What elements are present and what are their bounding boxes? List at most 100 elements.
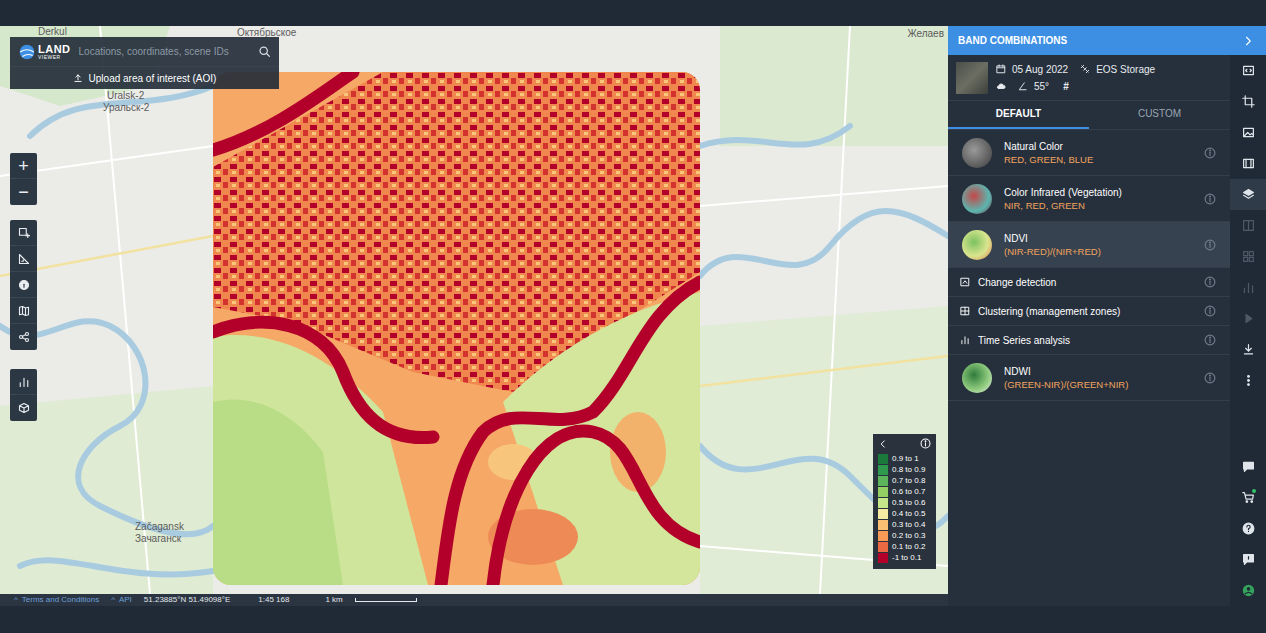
legend-item: 0.6 to 0.7 bbox=[878, 486, 931, 497]
chat-button[interactable] bbox=[1230, 451, 1266, 482]
legend-swatch bbox=[878, 454, 888, 464]
help-button[interactable] bbox=[1230, 513, 1266, 544]
band-combination-item[interactable]: Natural ColorRED, GREEN, BLUE bbox=[948, 130, 1230, 176]
band-combination-item[interactable]: NDVI(NIR-RED)/(NIR+RED) bbox=[948, 222, 1230, 268]
info-icon bbox=[1204, 372, 1216, 384]
legend-swatch bbox=[878, 542, 888, 552]
scene-date: 05 Aug 2022 bbox=[1012, 63, 1068, 76]
band-combination-item[interactable]: Clustering (management zones) bbox=[948, 297, 1230, 326]
statistics-button[interactable] bbox=[10, 369, 37, 395]
preset-bands: (GREEN-NIR)/(GREEN+NIR) bbox=[1004, 378, 1128, 391]
layers-button[interactable] bbox=[1230, 179, 1266, 210]
scale-label: 1 km bbox=[325, 594, 342, 606]
app-logo: LANDVIEWER bbox=[18, 43, 71, 61]
legend-item: 0.1 to 0.2 bbox=[878, 541, 931, 552]
collapse-panel-button[interactable] bbox=[1230, 26, 1266, 55]
chat-icon bbox=[1242, 460, 1255, 473]
search-input[interactable] bbox=[79, 44, 250, 59]
point-info-icon bbox=[18, 279, 30, 291]
info-icon bbox=[1204, 239, 1216, 251]
time-series-state bbox=[1242, 281, 1255, 294]
zoom-controls: +− bbox=[10, 153, 37, 205]
film-button[interactable] bbox=[1230, 148, 1266, 179]
panel-tab[interactable]: DEFAULT bbox=[948, 101, 1089, 129]
select-area-icon bbox=[18, 227, 30, 239]
map[interactable]: DerkulОктябрьскоеЖелаевUralsk-2Уральск-2… bbox=[0, 26, 948, 594]
legend-label: -1 to 0.1 bbox=[892, 552, 921, 563]
preset-content: NDWI(GREEN-NIR)/(GREEN+NIR) bbox=[962, 363, 1192, 393]
ndvi-raster bbox=[213, 72, 700, 585]
top-bar bbox=[0, 0, 1266, 26]
image-button[interactable] bbox=[1230, 117, 1266, 148]
legend-label: 0.9 to 1 bbox=[892, 453, 919, 464]
band-combination-item[interactable]: Color Infrared (Vegetation)NIR, RED, GRE… bbox=[948, 176, 1230, 222]
notification-dot bbox=[1252, 489, 1256, 493]
legend-label: 0.4 to 0.5 bbox=[892, 508, 925, 519]
more-state bbox=[1242, 374, 1255, 387]
download-state bbox=[1242, 343, 1255, 356]
play-button bbox=[1230, 303, 1266, 334]
map-label: Желаев bbox=[907, 28, 944, 39]
cart-button[interactable] bbox=[1230, 482, 1266, 513]
tool-icon bbox=[960, 335, 970, 345]
legend-label: 0.1 to 0.2 bbox=[892, 541, 925, 552]
user-icon bbox=[1242, 584, 1255, 597]
scene-info-button[interactable] bbox=[1230, 55, 1266, 86]
legend-swatch bbox=[878, 531, 888, 541]
upload-aoi-button[interactable]: Upload area of interest (AOI) bbox=[10, 66, 279, 89]
logo-sub: VIEWER bbox=[38, 54, 71, 60]
panel-tab[interactable]: CUSTOM bbox=[1089, 101, 1230, 129]
legend-item: 0.3 to 0.4 bbox=[878, 519, 931, 530]
legend-label: 0.2 to 0.3 bbox=[892, 530, 925, 541]
scene-line: 05 Aug 2022 EOS Storage bbox=[996, 63, 1155, 76]
share-button[interactable] bbox=[10, 324, 37, 350]
api-link[interactable]: ^API bbox=[111, 594, 132, 606]
ruler-icon bbox=[18, 253, 30, 265]
user-button[interactable] bbox=[1230, 575, 1266, 606]
preset-text: Color Infrared (Vegetation)NIR, RED, GRE… bbox=[1004, 186, 1122, 212]
band-combination-item[interactable]: Change detection bbox=[948, 268, 1230, 297]
preset-content: Color Infrared (Vegetation)NIR, RED, GRE… bbox=[962, 184, 1192, 214]
chevron-right-icon bbox=[1242, 35, 1254, 47]
calendar-icon bbox=[996, 64, 1006, 74]
point-info-button[interactable] bbox=[10, 272, 37, 298]
map-label: Уральск-2 bbox=[103, 102, 149, 113]
preset-text: NDVI(NIR-RED)/(NIR+RED) bbox=[1004, 232, 1101, 258]
ruler-button[interactable] bbox=[10, 246, 37, 272]
compare-button bbox=[1230, 210, 1266, 241]
caret: ^ bbox=[111, 594, 115, 606]
preset-thumbnail bbox=[962, 230, 992, 260]
map-label: Uralsk-2 bbox=[107, 90, 144, 101]
ndvi-legend: 0.9 to 10.8 to 0.90.7 to 0.80.6 to 0.70.… bbox=[873, 434, 936, 569]
film-icon bbox=[1242, 157, 1255, 170]
compare-icon bbox=[1242, 219, 1255, 232]
more-button[interactable] bbox=[1230, 365, 1266, 396]
select-area-button[interactable] bbox=[10, 220, 37, 246]
zoom-out-button[interactable]: − bbox=[10, 179, 37, 205]
grid-button[interactable]: # bbox=[1063, 80, 1069, 93]
chat-state bbox=[1242, 460, 1255, 473]
time-series-button bbox=[1230, 272, 1266, 303]
download-button[interactable] bbox=[1230, 334, 1266, 365]
scene-storage: EOS Storage bbox=[1096, 63, 1155, 76]
preset-thumbnail bbox=[962, 138, 992, 168]
preset-bands: RED, GREEN, BLUE bbox=[1004, 153, 1093, 166]
preset-bands: NIR, RED, GREEN bbox=[1004, 199, 1122, 212]
tool-title: Change detection bbox=[978, 276, 1056, 289]
band-combination-item[interactable]: NDWI(GREEN-NIR)/(GREEN+NIR) bbox=[948, 355, 1230, 401]
legend-item: 0.2 to 0.3 bbox=[878, 530, 931, 541]
layers-state bbox=[1242, 188, 1255, 201]
zoom-in-button[interactable]: + bbox=[10, 153, 37, 179]
feedback-state bbox=[1242, 553, 1255, 566]
3d-view-button[interactable] bbox=[10, 395, 37, 421]
upload-label: Upload area of interest (AOI) bbox=[89, 71, 217, 86]
terms-link[interactable]: ^Terms and Conditions bbox=[14, 594, 99, 606]
map-label: Derkul bbox=[38, 26, 67, 37]
legend-label: 0.3 to 0.4 bbox=[892, 519, 925, 530]
crop-button[interactable] bbox=[1230, 86, 1266, 117]
legend-swatch bbox=[878, 498, 888, 508]
map-style-button[interactable] bbox=[10, 298, 37, 324]
band-combination-item[interactable]: Time Series analysis bbox=[948, 326, 1230, 355]
collapse-legend-icon[interactable] bbox=[878, 439, 888, 449]
feedback-button[interactable] bbox=[1230, 544, 1266, 575]
